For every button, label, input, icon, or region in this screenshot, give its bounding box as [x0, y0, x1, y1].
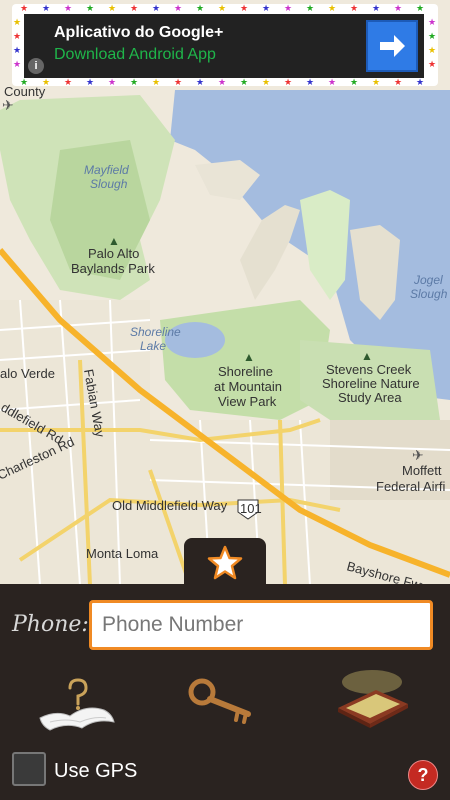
- map-label-stevens-3: Study Area: [338, 390, 402, 405]
- border-star-icon: ★: [13, 59, 22, 69]
- arrow-right-icon[interactable]: [366, 20, 418, 72]
- border-star-icon: ★: [328, 77, 337, 87]
- favorites-tab[interactable]: [184, 538, 266, 586]
- border-star-icon: ★: [284, 3, 293, 13]
- use-gps-label[interactable]: Use GPS: [54, 760, 137, 783]
- border-star-icon: ★: [428, 59, 437, 69]
- map-label-monta-loma: Monta Loma: [86, 546, 159, 561]
- border-star-icon: ★: [152, 77, 161, 87]
- treasure-map-icon: [39, 678, 115, 731]
- border-star-icon: ★: [86, 3, 95, 13]
- ad-content[interactable]: Aplicativo do Google+ Download Android A…: [24, 14, 424, 78]
- map-label-moffett-2: Federal Airfi: [376, 479, 445, 494]
- lockbox-icon: [338, 670, 408, 728]
- border-star-icon: ★: [262, 3, 271, 13]
- border-star-icon: ★: [13, 45, 22, 55]
- border-star-icon: ★: [20, 77, 29, 87]
- border-star-icon: ★: [130, 3, 139, 13]
- map-label-mayfield: Mayfield: [84, 163, 129, 177]
- border-star-icon: ★: [284, 77, 293, 87]
- ad-banner[interactable]: ★ ★ ★ ★ ★ ★ ★ ★ ★ ★ ★ ★ ★ ★ ★ ★ ★ ★ ★ ★ ★ ★ ★ ★ ★ ★ ★ ★ ★ ★ ★ ★ ★ ★ ★ ★ ★ ★ ★ ★…: [12, 3, 438, 87]
- info-icon[interactable]: i: [28, 58, 44, 74]
- border-star-icon: ★: [20, 3, 29, 13]
- border-star-icon: ★: [13, 31, 22, 41]
- control-panel: Phone: Use GPS ?: [0, 584, 450, 800]
- map-label-shoreline-lake: Shoreline: [130, 325, 181, 339]
- border-star-icon: ★: [108, 77, 117, 87]
- border-star-icon: ★: [152, 3, 161, 13]
- lockbox-button[interactable]: [332, 668, 412, 730]
- map-label-stevens-2: Shoreline Nature: [322, 376, 420, 391]
- map-label-shoreline-park-2: at Mountain: [214, 379, 282, 394]
- border-star-icon: ★: [372, 77, 381, 87]
- border-star-icon: ★: [262, 77, 271, 87]
- border-star-icon: ★: [108, 3, 117, 13]
- border-star-icon: ★: [42, 77, 51, 87]
- map-label-mayfield-2: Slough: [90, 177, 128, 191]
- border-star-icon: ★: [240, 77, 249, 87]
- border-star-icon: ★: [306, 3, 315, 13]
- border-star-icon: ★: [218, 77, 227, 87]
- phone-number-input[interactable]: [89, 600, 433, 650]
- key-button[interactable]: [186, 676, 264, 726]
- border-star-icon: ★: [350, 77, 359, 87]
- map-label-101: 101: [240, 501, 262, 516]
- border-star-icon: ★: [372, 3, 381, 13]
- border-star-icon: ★: [218, 3, 227, 13]
- map-label-old-middlefield: Old Middlefield Way: [112, 498, 228, 513]
- map-label-shoreline-park-3: View Park: [218, 394, 277, 409]
- border-star-icon: ★: [240, 3, 249, 13]
- treasure-map-button[interactable]: [36, 674, 118, 736]
- border-star-icon: ★: [196, 3, 205, 13]
- ad-subtitle: Download Android App: [54, 46, 216, 63]
- phone-label: Phone:: [12, 612, 89, 637]
- border-star-icon: ★: [328, 3, 337, 13]
- map-label-stevens: Stevens Creek: [326, 362, 412, 377]
- map-label-jogel: Jogel: [413, 273, 443, 287]
- map-label-shoreline-lake-2: Lake: [140, 339, 166, 353]
- border-star-icon: ★: [306, 77, 315, 87]
- border-star-icon: ★: [13, 17, 22, 27]
- border-star-icon: ★: [174, 3, 183, 13]
- map-label-moffett: Moffett: [402, 463, 442, 478]
- border-star-icon: ★: [130, 77, 139, 87]
- map-label-palo-alto: Palo Alto: [88, 246, 139, 261]
- use-gps-checkbox[interactable]: [12, 752, 46, 786]
- border-star-icon: ★: [64, 77, 73, 87]
- map-view[interactable]: ▲ ▲ ▲ ✈ ✈ County Mayfield Slough Palo Al…: [0, 0, 450, 585]
- border-star-icon: ★: [394, 77, 403, 87]
- border-star-icon: ★: [64, 3, 73, 13]
- map-label-jogel-2: Slough: [410, 287, 448, 301]
- svg-text:✈: ✈: [2, 97, 14, 113]
- svg-text:▲: ▲: [361, 349, 373, 363]
- border-star-icon: ★: [428, 45, 437, 55]
- border-star-icon: ★: [86, 77, 95, 87]
- border-star-icon: ★: [350, 3, 359, 13]
- border-star-icon: ★: [174, 77, 183, 87]
- map-label-shoreline-park: Shoreline: [218, 364, 273, 379]
- border-star-icon: ★: [416, 77, 425, 87]
- svg-text:✈: ✈: [412, 447, 424, 463]
- ad-title: Aplicativo do Google+: [54, 24, 224, 41]
- map-label-palo-verde: alo Verde: [0, 366, 55, 381]
- help-button[interactable]: ?: [408, 760, 438, 790]
- border-star-icon: ★: [42, 3, 51, 13]
- border-star-icon: ★: [196, 77, 205, 87]
- border-star-icon: ★: [428, 17, 437, 27]
- key-icon: [188, 678, 251, 724]
- star-icon: [207, 545, 243, 580]
- border-star-icon: ★: [394, 3, 403, 13]
- border-star-icon: ★: [416, 3, 425, 13]
- border-star-icon: ★: [428, 31, 437, 41]
- svg-text:▲: ▲: [243, 350, 255, 364]
- map-label-palo-alto-2: Baylands Park: [71, 261, 155, 276]
